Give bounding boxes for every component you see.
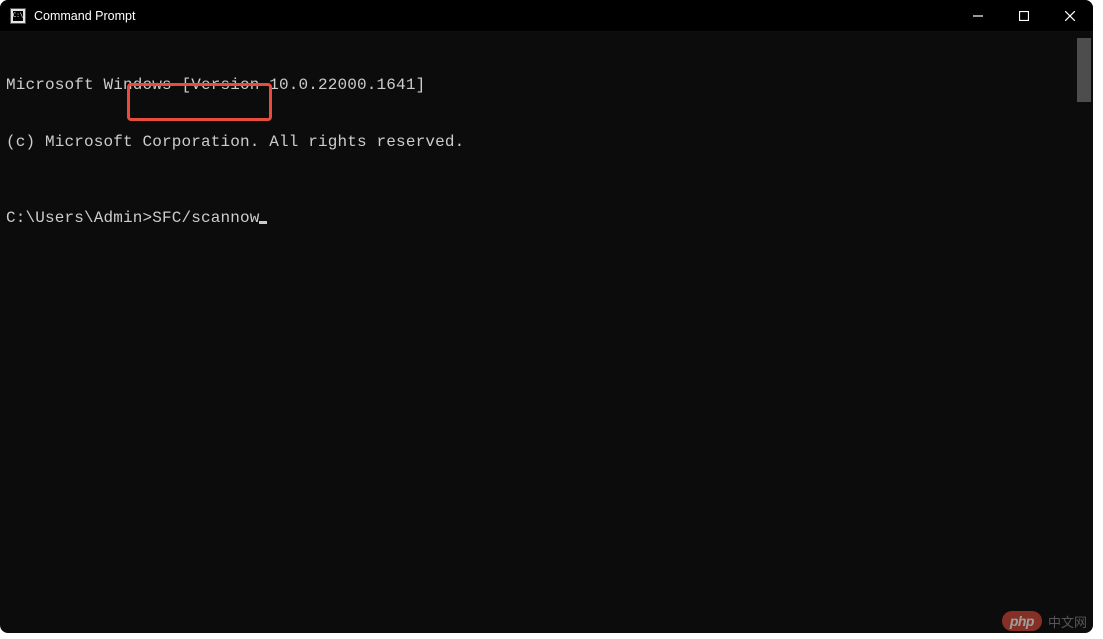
window-controls: [955, 0, 1093, 31]
watermark-badge: php: [1002, 611, 1042, 631]
terminal-area[interactable]: Microsoft Windows [Version 10.0.22000.16…: [0, 32, 1093, 633]
scrollbar-thumb[interactable]: [1077, 38, 1091, 102]
command-prompt-window: C:\ Command Prompt Microsoft Windows [Ve…: [0, 0, 1093, 633]
prompt-text: C:\Users\Admin>: [6, 209, 152, 227]
minimize-button[interactable]: [955, 0, 1001, 31]
copyright-line: (c) Microsoft Corporation. All rights re…: [6, 133, 1093, 152]
version-line: Microsoft Windows [Version 10.0.22000.16…: [6, 76, 1093, 95]
command-text: SFC/scannow: [152, 209, 259, 227]
cmd-icon: C:\: [10, 8, 26, 24]
watermark-text: 中文网: [1048, 612, 1087, 631]
window-title: Command Prompt: [34, 9, 135, 23]
watermark: php 中文网: [1002, 611, 1087, 631]
close-button[interactable]: [1047, 0, 1093, 31]
prompt-line: C:\Users\Admin>SFC/scannow: [6, 209, 1093, 228]
maximize-button[interactable]: [1001, 0, 1047, 31]
titlebar-left: C:\ Command Prompt: [0, 8, 135, 24]
titlebar[interactable]: C:\ Command Prompt: [0, 0, 1093, 32]
cursor: [259, 221, 267, 224]
close-icon: [1065, 11, 1075, 21]
minimize-icon: [973, 11, 983, 21]
maximize-icon: [1019, 11, 1029, 21]
